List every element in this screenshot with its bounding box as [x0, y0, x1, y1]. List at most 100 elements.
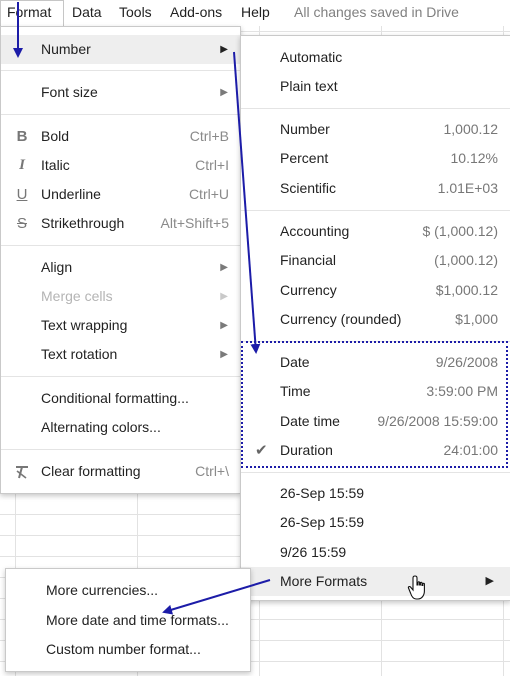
submenu-arrow-icon: ▶	[220, 291, 228, 302]
submenu-arrow-icon: ▶	[220, 87, 228, 98]
shortcut-text: Ctrl+U	[188, 186, 229, 202]
more-item-custom-number-label: Custom number format...	[46, 641, 201, 657]
number-item-currency-label: Currency	[280, 282, 337, 298]
submenu-arrow-icon: ▶	[485, 575, 494, 587]
format-item-strikethrough[interactable]: S Strikethrough Alt+Shift+5	[1, 209, 240, 238]
format-example: (1,000.12)	[434, 252, 498, 268]
format-example: $1,000.12	[435, 282, 498, 298]
number-item-number-label: Number	[280, 121, 330, 137]
format-menu: Number ▶ Font size ▶ B Bold Ctrl+B I Ita…	[0, 26, 241, 494]
format-item-text-rotation[interactable]: Text rotation ▶	[1, 340, 240, 369]
format-item-underline[interactable]: U Underline Ctrl+U	[1, 180, 240, 209]
submenu-arrow-icon: ▶	[220, 44, 228, 55]
italic-icon: I	[19, 157, 25, 173]
clear-formatting-icon	[13, 457, 31, 486]
format-item-font-size-label: Font size	[41, 84, 98, 100]
number-item-more-formats[interactable]: More Formats ▶	[241, 567, 510, 596]
format-item-clear-formatting[interactable]: Clear formatting Ctrl+\	[1, 457, 240, 486]
format-example: $1,000	[455, 311, 498, 327]
number-item-financial-label: Financial	[280, 252, 337, 268]
number-item-automatic[interactable]: Automatic	[241, 43, 510, 72]
number-item-automatic-label: Automatic	[280, 49, 343, 65]
menu-tools[interactable]: Tools	[113, 0, 158, 26]
strikethrough-icon: S	[16, 215, 27, 232]
number-item-financial[interactable]: Financial (1,000.12)	[241, 246, 510, 275]
underline-icon: U	[16, 186, 28, 203]
format-example: $ (1,000.12)	[422, 223, 499, 239]
shortcut-text: Ctrl+B	[189, 128, 229, 144]
format-example: 10.12%	[450, 150, 498, 166]
format-item-clear-formatting-label: Clear formatting	[41, 463, 141, 479]
format-item-bold-label: Bold	[41, 128, 70, 144]
number-item-custom-2[interactable]: 26-Sep 15:59	[241, 508, 510, 537]
menu-addons[interactable]: Add-ons	[164, 0, 228, 26]
menu-divider	[241, 472, 510, 473]
number-item-custom-label: 26-Sep 15:59	[280, 514, 365, 530]
menubar: Format Data Tools Add-ons Help All chang…	[0, 0, 510, 26]
format-item-text-wrapping-label: Text wrapping	[41, 317, 128, 333]
format-item-align-label: Align	[41, 259, 73, 275]
number-item-custom-1[interactable]: 26-Sep 15:59	[241, 479, 510, 508]
number-item-plain-text[interactable]: Plain text	[241, 72, 510, 101]
format-item-conditional-formatting-label: Conditional formatting...	[41, 390, 189, 406]
format-item-text-wrapping[interactable]: Text wrapping ▶	[1, 311, 240, 340]
format-example: 1,000.12	[443, 121, 499, 137]
number-item-percent[interactable]: Percent 10.12%	[241, 144, 510, 173]
format-item-alternating-colors-label: Alternating colors...	[41, 419, 161, 435]
format-item-text-rotation-label: Text rotation	[41, 346, 118, 362]
number-item-custom-3[interactable]: 9/26 15:59	[241, 538, 510, 567]
format-item-font-size[interactable]: Font size ▶	[1, 78, 240, 107]
number-item-accounting[interactable]: Accounting $ (1,000.12)	[241, 217, 510, 246]
submenu-arrow-icon: ▶	[220, 349, 228, 360]
menu-data[interactable]: Data	[66, 0, 108, 26]
format-item-align[interactable]: Align ▶	[1, 253, 240, 282]
menu-divider	[241, 108, 510, 109]
number-item-scientific[interactable]: Scientific 1.01E+03	[241, 174, 510, 203]
number-item-scientific-label: Scientific	[280, 180, 337, 196]
format-item-number[interactable]: Number ▶	[1, 35, 240, 64]
more-item-currencies-label: More currencies...	[46, 582, 159, 598]
menu-format[interactable]: Format	[0, 0, 64, 26]
format-item-strikethrough-label: Strikethrough	[41, 215, 125, 231]
menu-divider	[1, 114, 240, 115]
number-item-number[interactable]: Number 1,000.12	[241, 115, 510, 144]
number-item-more-formats-label: More Formats	[280, 573, 368, 589]
format-item-conditional-formatting[interactable]: Conditional formatting...	[1, 384, 240, 413]
format-item-alternating-colors[interactable]: Alternating colors...	[1, 413, 240, 442]
more-item-date-time-formats[interactable]: More date and time formats...	[6, 606, 250, 635]
number-item-custom-label: 9/26 15:59	[280, 544, 347, 560]
menu-divider	[241, 210, 510, 211]
save-status: All changes saved in Drive	[294, 4, 459, 20]
submenu-arrow-icon: ▶	[220, 262, 228, 273]
annotation-highlight-box	[241, 341, 508, 468]
number-item-plain-text-label: Plain text	[280, 78, 338, 94]
number-item-currency-rounded[interactable]: Currency (rounded) $1,000	[241, 305, 510, 334]
number-item-percent-label: Percent	[280, 150, 329, 166]
number-item-accounting-label: Accounting	[280, 223, 350, 239]
number-item-currency-rounded-label: Currency (rounded)	[280, 311, 402, 327]
menu-help[interactable]: Help	[235, 0, 276, 26]
menu-divider	[1, 376, 240, 377]
number-item-custom-label: 26-Sep 15:59	[280, 485, 365, 501]
format-item-italic[interactable]: I Italic Ctrl+I	[1, 151, 240, 180]
number-item-currency[interactable]: Currency $1,000.12	[241, 276, 510, 305]
menu-divider	[1, 70, 240, 71]
shortcut-text: Alt+Shift+5	[160, 215, 230, 231]
format-item-merge-cells-label: Merge cells	[41, 288, 113, 304]
more-item-currencies[interactable]: More currencies...	[6, 576, 250, 605]
more-item-custom-number[interactable]: Custom number format...	[6, 635, 250, 664]
bold-icon: B	[16, 128, 28, 145]
submenu-arrow-icon: ▶	[220, 320, 228, 331]
format-item-bold[interactable]: B Bold Ctrl+B	[1, 122, 240, 151]
shortcut-text: Ctrl+I	[195, 157, 229, 173]
menu-divider	[1, 245, 240, 246]
more-item-date-time-formats-label: More date and time formats...	[46, 612, 229, 628]
format-item-number-label: Number	[41, 41, 91, 57]
number-format-submenu: Automatic Plain text Number 1,000.12 Per…	[240, 35, 510, 601]
format-example: 1.01E+03	[437, 180, 498, 196]
more-formats-submenu: More currencies... More date and time fo…	[5, 568, 251, 672]
format-item-italic-label: Italic	[41, 157, 70, 173]
format-item-underline-label: Underline	[41, 186, 101, 202]
menu-divider	[1, 449, 240, 450]
shortcut-text: Ctrl+\	[195, 463, 229, 479]
